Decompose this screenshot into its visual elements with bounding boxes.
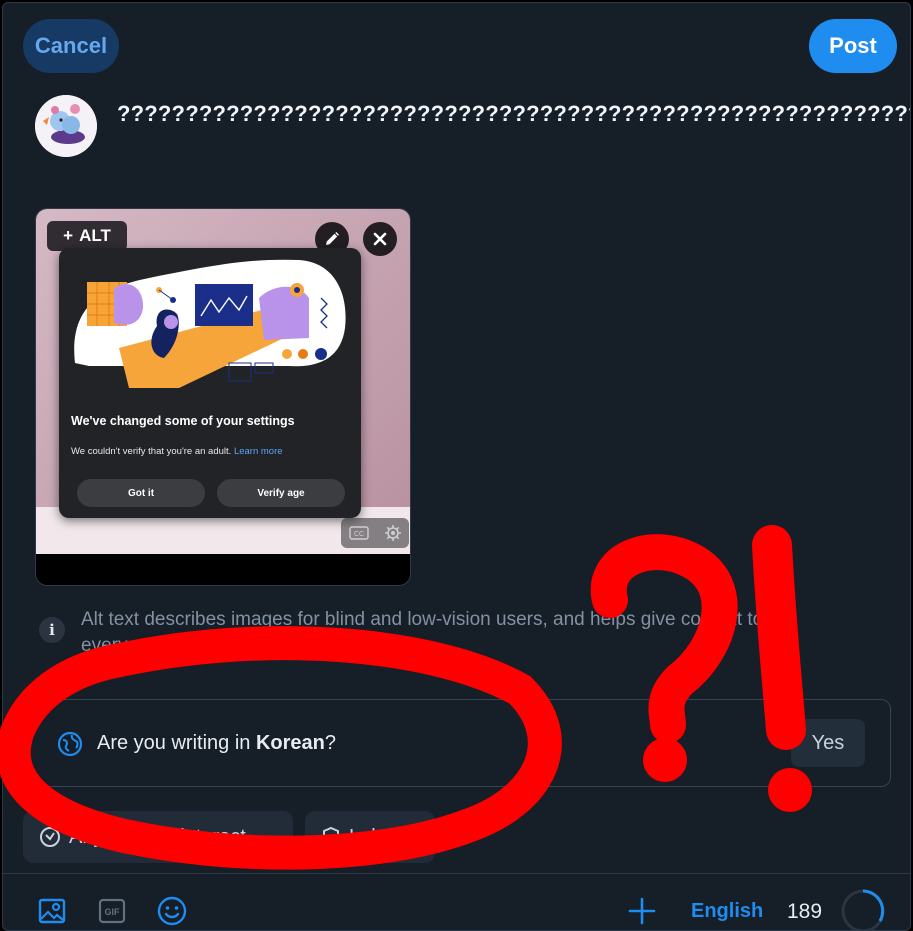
remove-media-button[interactable] [363,222,397,256]
yes-button[interactable]: Yes [791,719,865,767]
post-text[interactable]: ????????????????????????????????????????… [117,97,910,130]
settings-changed-dialog: We've changed some of your settings We c… [59,248,361,518]
emoji-button[interactable] [157,896,187,926]
svg-text:CC: CC [353,531,363,538]
svg-text:GIF: GIF [105,907,121,917]
alt-info-text: Alt text describes images for blind and … [81,609,764,656]
add-image-button[interactable] [37,896,67,926]
toolbar-divider [3,873,910,874]
alt-label: ALT [79,226,111,245]
cancel-button[interactable]: Cancel [23,19,119,73]
captions-icon[interactable]: CC [348,526,369,540]
dialog-illustration [74,259,346,388]
add-alt-button[interactable]: + ALT [47,221,127,251]
plus-icon [628,897,656,925]
labels-button[interactable]: Labels [305,811,435,863]
interaction-label: Anyone can interact [69,825,246,848]
composer-window: Cancel Post ????????????????????????????… [2,2,911,931]
post-language-selector[interactable]: English [691,900,763,923]
video-controls: CC [341,518,409,548]
interaction-icon [40,827,60,847]
shield-icon [323,826,339,848]
smiley-icon [157,896,187,926]
pencil-icon [326,232,339,245]
add-thread-post-button[interactable] [627,896,657,926]
gif-icon: GIF [98,898,126,924]
question-suffix: ? [324,732,336,754]
info-icon: i [39,617,65,643]
verify-age-button[interactable]: Verify age [217,479,345,507]
learn-more-link[interactable]: Learn more [234,446,283,457]
globe-icon [57,731,83,757]
post-button[interactable]: Post [809,19,897,73]
detected-language: Korean [255,732,325,754]
gear-icon[interactable] [384,524,402,542]
avatar [35,95,97,157]
dialog-message: We couldn't verify that you're an adult. [71,446,232,457]
plus-icon: + [63,226,74,245]
image-icon [38,898,66,924]
dialog-text: We couldn't verify that you're an adult.… [71,446,283,457]
character-count: 189 [787,900,823,923]
got-it-button[interactable]: Got it [77,479,205,507]
dialog-title: We've changed some of your settings [71,414,295,428]
question-prefix: Are you writing in [97,732,256,754]
labels-label: Labels [349,825,408,848]
add-gif-button[interactable]: GIF [97,896,127,926]
close-icon [373,232,387,246]
character-progress-ring [841,889,885,930]
language-question: Are you writing in Korean? [97,732,336,755]
interaction-settings-button[interactable]: Anyone can interact [23,811,293,863]
